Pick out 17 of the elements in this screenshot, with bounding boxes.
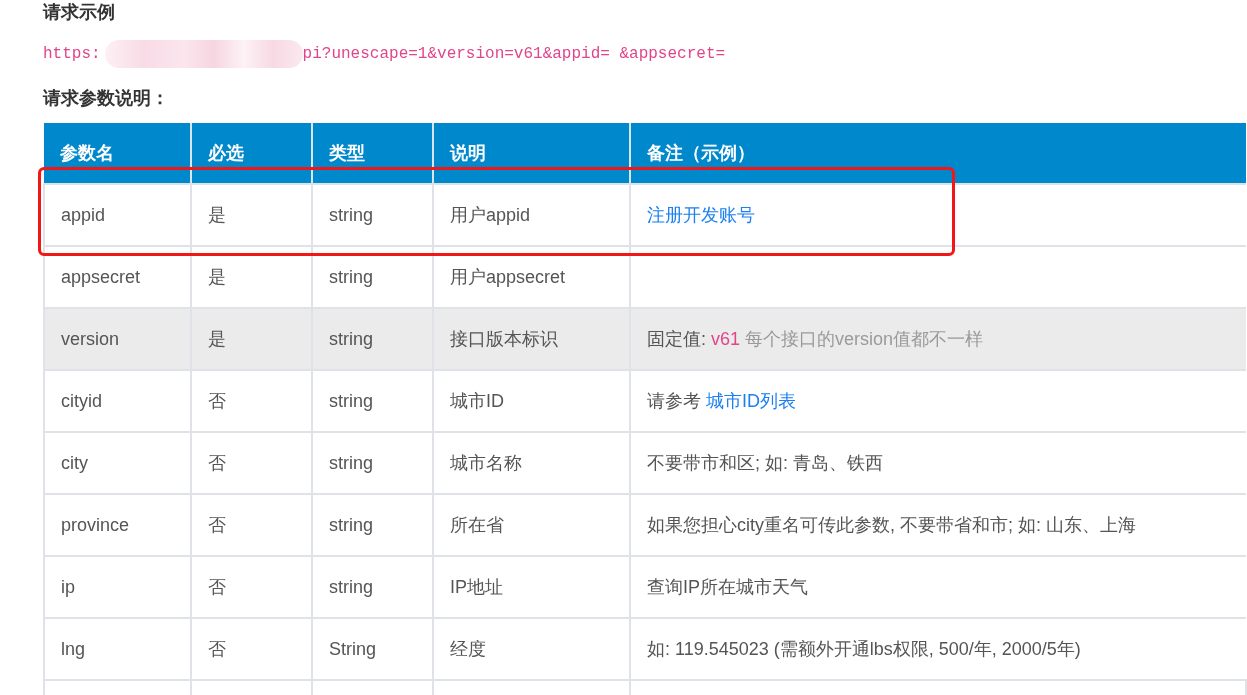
remark-text: 查询IP所在城市天气 xyxy=(647,577,808,597)
column-header: 参数名 xyxy=(44,123,191,184)
remark-text: 如: 119.545023 (需额外开通lbs权限, 500/年, 2000/5年) xyxy=(647,639,1081,659)
remark-text: 请参考 城市ID列表 xyxy=(647,391,796,411)
column-header: 必选 xyxy=(191,123,312,184)
url-text: pi?unescape=1&version=v61&appid= &appsecret= xyxy=(302,45,726,63)
section-title: 请求示例 xyxy=(43,1,115,24)
text-link[interactable]: 注册开发账号 xyxy=(647,205,755,225)
column-header: 类型 xyxy=(312,123,433,184)
text-link[interactable]: 城市ID列表 xyxy=(706,391,796,411)
remark-text: 不要带市和区; 如: 青岛、铁西 xyxy=(647,453,883,473)
column-header: 说明 xyxy=(433,123,630,184)
column-header: 备注（示例） xyxy=(630,123,1246,184)
remark-text: 如果您担心city重名可传此参数, 不要带省和市; 如: 山东、上海 xyxy=(647,515,1136,535)
remark-text: 固定值: v61 每个接口的version值都不一样 xyxy=(647,329,984,349)
section-title: 请求参数说明： xyxy=(43,87,169,110)
url-text: https: xyxy=(43,45,101,63)
